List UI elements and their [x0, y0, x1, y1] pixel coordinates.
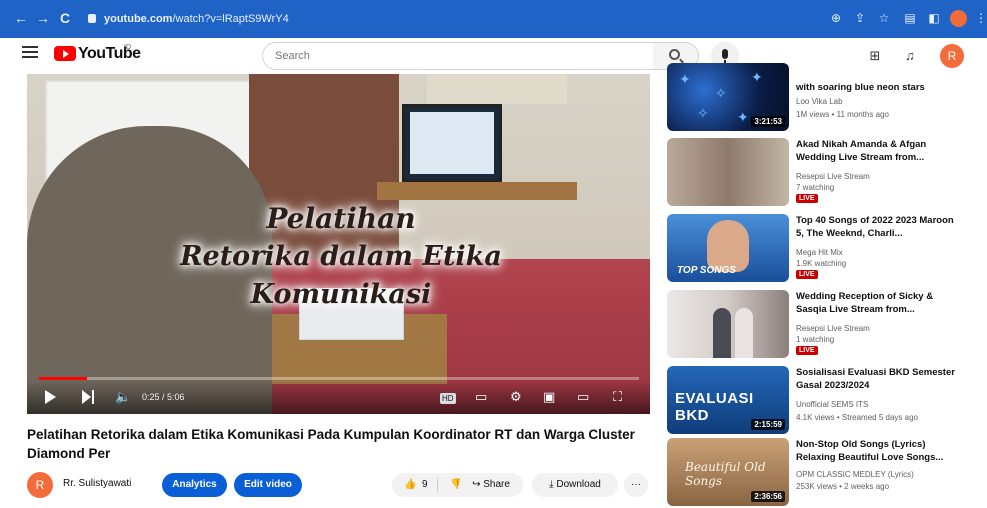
recommendation-title[interactable]: Sosialisasi Evaluasi BKD Semester Gasal …	[796, 366, 961, 392]
recommendation-meta: 4.1K views • Streamed 5 days ago	[796, 413, 918, 422]
recommendation-thumbnail[interactable]	[667, 290, 789, 358]
recommendation-meta: 1 watching	[796, 335, 835, 344]
video-frame-table	[377, 182, 577, 200]
live-badge: LIVE	[796, 346, 818, 355]
edit-video-button[interactable]: Edit video	[234, 473, 302, 497]
recommendation-thumbnail[interactable]: EVALUASI BKD 2:15:59	[667, 366, 789, 434]
recommendation-item[interactable]: EVALUASI BKD 2:15:59 Sosialisasi Evaluas…	[667, 366, 967, 436]
fullscreen-icon[interactable]: ⛶	[613, 388, 622, 406]
recommendation-meta: 1M views • 11 months ago	[796, 110, 889, 119]
overlay-line-2: Retorika dalam Etika Komunikasi	[180, 241, 502, 310]
reload-button[interactable]: C	[60, 9, 70, 27]
duration-badge: 3:21:53	[751, 116, 785, 127]
channel-avatar[interactable]: R	[27, 472, 53, 498]
thumbnail-text: Beautiful Old Songs	[685, 460, 766, 488]
channel-row: R Rr. Sulistyawati Analytics Edit video …	[27, 472, 652, 498]
time-display: 0:25 / 5:06	[142, 392, 185, 402]
download-button[interactable]: ⤓ Download	[532, 473, 618, 497]
bookmark-star-icon[interactable]: ☆	[876, 10, 892, 26]
duration-badge: 2:15:59	[751, 419, 785, 430]
recommendation-channel[interactable]: Mega Hit Mix	[796, 248, 843, 257]
subtitles-icon[interactable]: ▭	[475, 388, 487, 406]
recommendation-channel[interactable]: Loo Vika Lab	[796, 97, 843, 106]
recommendation-thumbnail[interactable]: ✦ ✧ ✦ ✧ ✦ 3:21:53	[667, 63, 789, 131]
video-overlay-title: Pelatihan Retorika dalam Etika Komunikas…	[121, 200, 561, 314]
extensions-icon[interactable]: ▤	[902, 10, 918, 26]
like-count: 9	[422, 479, 428, 490]
thumbnail-figure	[713, 308, 731, 358]
url-host: youtube.com	[104, 13, 173, 25]
live-badge: LIVE	[796, 194, 818, 203]
browser-profile-avatar[interactable]	[950, 10, 967, 27]
analytics-button[interactable]: Analytics	[162, 473, 227, 497]
recommendation-title[interactable]: with soaring blue neon stars	[796, 81, 961, 94]
miniplayer-icon[interactable]: ▣	[543, 388, 555, 406]
settings-gear-icon[interactable]: ⚙	[510, 388, 522, 406]
share-button[interactable]: ↪ Share	[459, 473, 523, 497]
video-title: Pelatihan Retorika dalam Etika Komunikas…	[27, 427, 635, 461]
share-label: Share	[483, 479, 510, 490]
menu-icon[interactable]	[22, 46, 38, 58]
search-container	[262, 42, 654, 70]
next-icon[interactable]	[82, 390, 96, 404]
recommendation-item[interactable]: Wedding Reception of Sicky & Sasqia Live…	[667, 290, 967, 360]
forward-button[interactable]: →	[36, 9, 50, 27]
recommendation-meta: 7 watching	[796, 183, 835, 192]
video-frame-tv	[402, 104, 502, 182]
recommendation-meta: 253K views • 2 weeks ago	[796, 482, 890, 491]
recommendation-channel[interactable]: Resepsi Live Stream	[796, 324, 870, 333]
url-path: /watch?v=lRaptS9WrY4	[172, 13, 289, 25]
video-frame-window	[427, 74, 567, 104]
theater-mode-icon[interactable]: ▭	[577, 388, 589, 406]
recommendation-channel[interactable]: OPM CLASSIC MEDLEY (Lyrics)	[796, 470, 914, 479]
live-badge: LIVE	[796, 270, 818, 279]
zoom-icon[interactable]: ⊕	[828, 10, 844, 26]
recommendation-title[interactable]: Akad Nikah Amanda & Afgan Wedding Live S…	[796, 138, 961, 164]
recommendation-channel[interactable]: Resepsi Live Stream	[796, 172, 870, 181]
volume-icon[interactable]: 🔈	[115, 388, 131, 406]
quality-badge[interactable]: HD	[440, 388, 456, 406]
recommendation-item[interactable]: ✦ ✧ ✦ ✧ ✦ 3:21:53 with soaring blue neon sta…	[667, 63, 967, 133]
recommendation-thumbnail[interactable]	[667, 138, 789, 206]
progress-bar[interactable]	[39, 377, 639, 380]
duration-badge: 2:36:56	[751, 491, 785, 502]
lock-icon	[88, 14, 96, 23]
recommendation-item[interactable]: TOP SONGS Top 40 Songs of 2022 2023 Maro…	[667, 214, 967, 284]
recommendation-item[interactable]: Beautiful Old Songs 2:36:56 Non-Stop Old…	[667, 438, 967, 508]
browser-toolbar: ← → C youtube.com/watch?v=lRaptS9WrY4 ⊕ …	[0, 0, 987, 38]
sidepanel-icon[interactable]: ◧	[926, 10, 942, 26]
thumbnail-text: TOP SONGS	[677, 265, 736, 276]
logo-text: YouTube	[78, 45, 141, 62]
video-player[interactable]: Pelatihan Retorika dalam Etika Komunikas…	[27, 74, 650, 414]
browser-menu-icon[interactable]: ⋮	[975, 10, 987, 27]
recommendation-channel[interactable]: Unofficial SEMS ITS	[796, 400, 868, 409]
player-controls: 🔈 0:25 / 5:06 HD ▭ ⚙ ▣ ▭ ⛶	[27, 380, 650, 414]
recommendation-thumbnail[interactable]: TOP SONGS	[667, 214, 789, 282]
like-divider	[437, 478, 438, 492]
address-bar[interactable]: youtube.com/watch?v=lRaptS9WrY4	[88, 9, 808, 29]
search-input[interactable]	[263, 43, 623, 69]
logo-country-code: ID	[124, 44, 131, 51]
share-page-icon[interactable]: ⇪	[852, 10, 868, 26]
like-icon[interactable]: 👍	[404, 473, 416, 497]
recommendation-title[interactable]: Non-Stop Old Songs (Lyrics) Relaxing Bea…	[796, 438, 961, 464]
recommendation-thumbnail[interactable]: Beautiful Old Songs 2:36:56	[667, 438, 789, 506]
channel-name[interactable]: Rr. Sulistyawati	[63, 478, 131, 489]
recommendation-title[interactable]: Top 40 Songs of 2022 2023 Maroon 5, The …	[796, 214, 961, 240]
back-button[interactable]: ←	[14, 9, 28, 27]
more-actions-button[interactable]: ···	[624, 473, 648, 497]
play-icon[interactable]	[45, 390, 57, 404]
progress-fill	[39, 377, 87, 380]
recommendation-title[interactable]: Wedding Reception of Sicky & Sasqia Live…	[796, 290, 961, 316]
recommendation-meta: 1.9K watching	[796, 259, 847, 268]
download-label: Download	[556, 479, 601, 490]
youtube-play-icon	[54, 46, 76, 61]
recommendation-item[interactable]: Akad Nikah Amanda & Afgan Wedding Live S…	[667, 138, 967, 208]
overlay-line-1: Pelatihan	[266, 202, 416, 235]
search-icon	[669, 49, 680, 60]
thumbnail-figure	[735, 308, 753, 358]
